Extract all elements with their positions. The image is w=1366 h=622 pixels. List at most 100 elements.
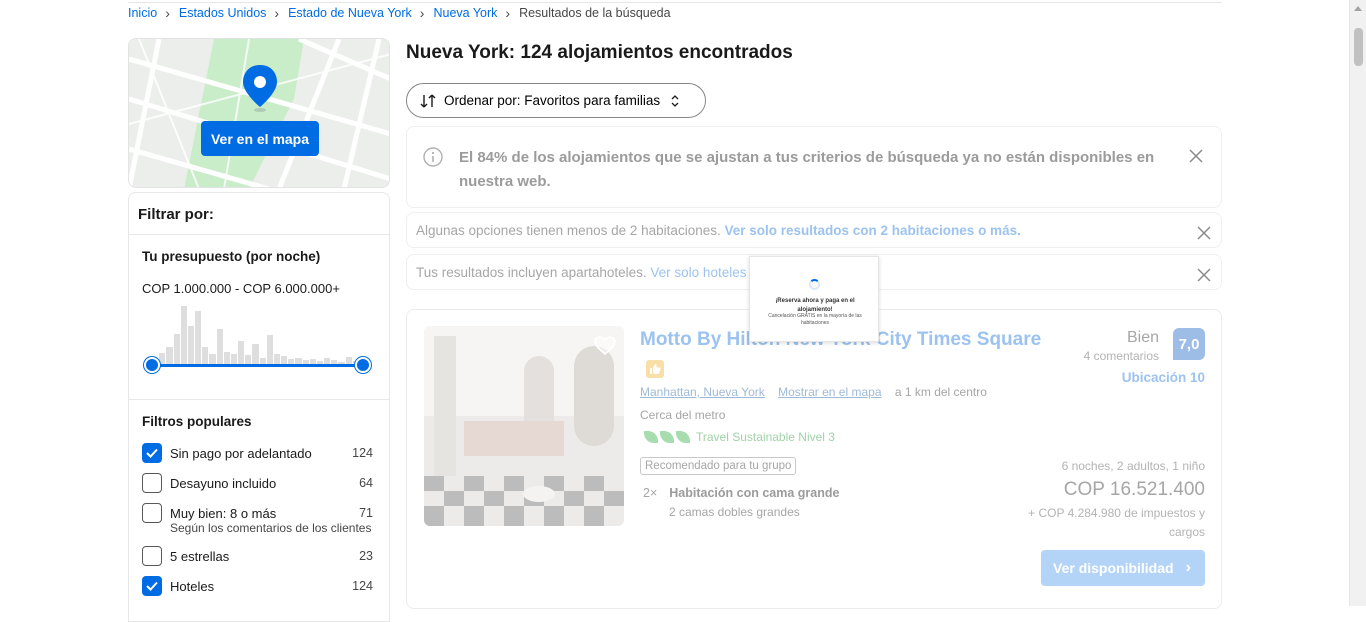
see-availability-button[interactable]: Ver disponibilidad › xyxy=(1041,550,1205,586)
aparthotel-notice-text: Tus resultados incluyen apartahoteles. xyxy=(416,265,647,280)
filter-label: Hoteles xyxy=(170,578,215,594)
sort-dropdown[interactable]: Ordenar por: Favoritos para familias xyxy=(406,83,706,118)
sort-arrows-icon xyxy=(420,94,436,107)
bed-info: 2 camas dobles grandes xyxy=(669,505,800,519)
filter-label: Sin pago por adelantado xyxy=(170,445,312,461)
page-scrollbar[interactable] xyxy=(1349,0,1366,606)
taxes-text: + COP 4.284.980 de impuestos y cargos xyxy=(1028,506,1205,539)
heart-icon[interactable] xyxy=(593,334,617,358)
chevron-right-icon: › xyxy=(165,5,170,21)
price: COP 16.521.400 xyxy=(1063,479,1205,500)
checkbox[interactable] xyxy=(142,503,162,523)
breadcrumb-current: Resultados de la búsqueda xyxy=(519,6,671,20)
filter-count: 124 xyxy=(352,579,373,593)
breadcrumb-link-home[interactable]: Inicio xyxy=(128,6,157,20)
location-link[interactable]: Manhattan, Nueva York xyxy=(640,385,765,399)
rooms-notice-link[interactable]: Ver solo resultados con 2 habitaciones o… xyxy=(724,223,1020,238)
room-info: 2× Habitación con cama grande 2 camas dob… xyxy=(643,486,840,519)
aparthotel-notice-link[interactable]: Ver solo hoteles xyxy=(650,265,746,280)
rooms-notice-text: Algunas opciones tienen menos de 2 habit… xyxy=(416,223,721,238)
histogram-bar xyxy=(187,326,195,365)
recommended-tag: Recomendado para tu grupo xyxy=(640,457,797,475)
histogram-bar xyxy=(166,347,173,365)
filter-option[interactable]: Hoteles 124 xyxy=(142,571,376,601)
show-on-map-link[interactable]: Mostrar en el mapa xyxy=(778,385,881,399)
thumbs-up-icon xyxy=(646,360,664,378)
review-count: 4 comentarios xyxy=(1083,349,1159,363)
stay-details: 6 noches, 2 adultos, 1 niño xyxy=(1061,459,1205,473)
close-icon[interactable] xyxy=(1197,268,1211,282)
breadcrumb: Inicio › Estados Unidos › Estado de Nuev… xyxy=(128,5,671,21)
filter-option[interactable]: Desayuno incluido 64 xyxy=(142,468,376,498)
metro-text: Cerca del metro xyxy=(640,408,726,422)
budget-filter: Tu presupuesto (por noche) COP 1.000.000… xyxy=(129,235,389,400)
results-title: Nueva York: 124 alojamientos encontrados xyxy=(406,42,793,63)
checkbox-checked[interactable] xyxy=(142,443,162,463)
filter-option[interactable]: Sin pago por adelantado 124 xyxy=(142,438,376,468)
availability-notice: El 84% de los alojamientos que se ajusta… xyxy=(406,126,1222,208)
filter-panel: Filtrar por: Tu presupuesto (por noche) … xyxy=(128,192,390,622)
show-on-map-button[interactable]: Ver en el mapa xyxy=(201,121,319,156)
loading-spinner-icon xyxy=(809,279,820,290)
filter-option[interactable]: 5 estrellas 23 xyxy=(142,541,376,571)
filter-label: Desayuno incluido xyxy=(170,475,277,491)
chevron-updown-icon xyxy=(671,94,679,107)
popular-filters: Filtros populares Sin pago por adelantad… xyxy=(129,400,389,601)
scrollbar-thumb[interactable] xyxy=(1354,28,1363,66)
filter-option[interactable]: Muy bien: 8 o más 71 xyxy=(142,498,376,528)
check-icon xyxy=(146,448,158,458)
chevron-right-icon: › xyxy=(274,5,280,21)
leaf-icon xyxy=(676,431,690,443)
top-divider xyxy=(128,0,1222,3)
map-illustration xyxy=(129,39,389,187)
room-quantity: 2× xyxy=(643,486,658,500)
budget-slider-min-handle[interactable] xyxy=(144,357,160,373)
rooms-notice: Algunas opciones tienen menos de 2 habit… xyxy=(406,212,1222,248)
location-score: Ubicación 10 xyxy=(1121,370,1205,385)
sustainability-badge: Travel Sustainable Nivel 3 xyxy=(644,430,835,444)
popular-filters-title: Filtros populares xyxy=(142,414,252,429)
score-word: Bien xyxy=(1126,329,1159,346)
close-icon[interactable] xyxy=(1197,226,1211,240)
loading-popup: ¡Reserva ahora y paga en el alojamiento!… xyxy=(749,256,879,342)
histogram-bar xyxy=(238,341,245,365)
close-icon[interactable] xyxy=(1189,149,1203,163)
histogram-bar xyxy=(173,333,180,365)
histogram-bar xyxy=(180,306,187,365)
chevron-right-icon: › xyxy=(505,5,511,21)
review-score-badge[interactable]: 7,0 xyxy=(1173,328,1205,360)
budget-range: COP 1.000.000 - COP 6.000.000+ xyxy=(142,281,340,296)
budget-slider-max-handle[interactable] xyxy=(355,357,371,373)
location-row: Manhattan, Nueva York Mostrar en el mapa… xyxy=(640,385,987,399)
filter-count: 23 xyxy=(359,549,373,563)
distance-text: a 1 km del centro xyxy=(894,385,987,399)
filter-label: Muy bien: 8 o más xyxy=(170,505,277,521)
scroll-up-icon[interactable] xyxy=(1354,6,1362,11)
histogram-bar xyxy=(216,329,223,365)
filter-count: 124 xyxy=(352,446,373,460)
filter-count: 64 xyxy=(359,476,373,490)
popup-body: Cancelación GRATIS en la mayoría de las … xyxy=(768,313,862,326)
histogram-bar xyxy=(252,344,259,365)
sort-label: Ordenar por: Favoritos para familias xyxy=(444,93,661,108)
filter-heading: Filtrar por: xyxy=(129,193,389,235)
map-preview[interactable]: Ver en el mapa xyxy=(128,38,390,188)
checkbox-checked[interactable] xyxy=(142,576,162,596)
see-availability-label: Ver disponibilidad xyxy=(1053,560,1174,576)
checkbox[interactable] xyxy=(142,546,162,566)
info-icon xyxy=(423,147,443,167)
availability-notice-text: El 84% de los alojamientos que se ajusta… xyxy=(459,149,1155,190)
check-icon xyxy=(146,581,158,591)
chevron-right-icon: › xyxy=(1185,559,1191,576)
breadcrumb-link-state[interactable]: Estado de Nueva York xyxy=(288,6,412,20)
checkbox[interactable] xyxy=(142,473,162,493)
budget-title: Tu presupuesto (por noche) xyxy=(142,249,321,264)
budget-slider-track[interactable] xyxy=(152,364,363,367)
breadcrumb-link-country[interactable]: Estados Unidos xyxy=(179,6,267,20)
histogram-bar xyxy=(195,311,202,365)
room-type: Habitación con cama grande xyxy=(669,486,840,500)
breadcrumb-link-city[interactable]: Nueva York xyxy=(433,6,497,20)
price-histogram xyxy=(152,305,367,365)
leaf-icon xyxy=(644,431,658,443)
sustainability-label: Travel Sustainable Nivel 3 xyxy=(696,430,835,444)
